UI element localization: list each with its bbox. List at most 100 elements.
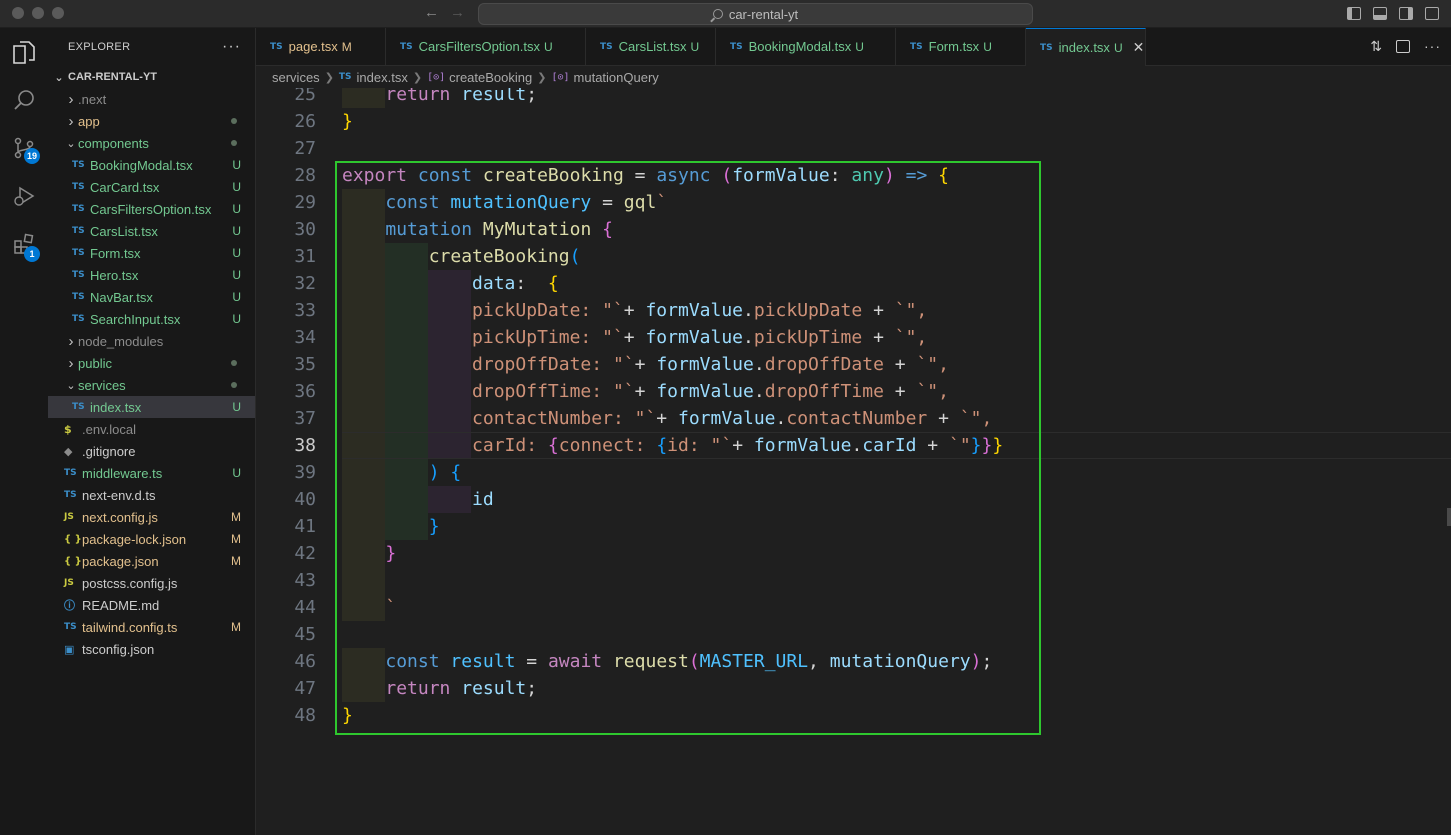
file-item[interactable]: ⓘ README.md (48, 594, 255, 616)
scrollbar-thumb[interactable] (1447, 508, 1451, 526)
env-file-icon: $ (64, 422, 72, 436)
typescript-file-icon: TS (72, 248, 85, 258)
file-item[interactable]: TS tailwind.config.ts M (48, 616, 255, 638)
line-number: 25 (294, 88, 316, 105)
chevron-down-icon: ⌄ (66, 379, 76, 392)
source-control-icon[interactable]: 19 (10, 134, 41, 164)
typescript-file-icon: TS (64, 622, 77, 632)
file-item[interactable]: JS postcss.config.js (48, 572, 255, 594)
close-window-button[interactable] (12, 7, 24, 19)
typescript-file-icon: TS (270, 41, 283, 52)
split-editor-icon[interactable] (1396, 40, 1410, 53)
tab-page-tsx[interactable]: TS page.tsx M (256, 28, 386, 65)
item-label: Form.tsx (90, 245, 141, 261)
tab-label: CarsFiltersOption.tsx (418, 39, 540, 54)
file-item[interactable]: JS next.config.js M (48, 506, 255, 528)
git-status-badge: M (231, 620, 241, 634)
folder-item[interactable]: › public (48, 352, 255, 374)
line-number: 30 (294, 219, 316, 240)
folder-item[interactable]: ⌄ services (48, 374, 255, 396)
code-line[interactable]: 26} (256, 108, 1451, 135)
file-item[interactable]: TS CarCard.tsx U (48, 176, 255, 198)
file-item[interactable]: { } package.json M (48, 550, 255, 572)
chevron-down-icon: ⌄ (66, 137, 76, 150)
item-label: SearchInput.tsx (90, 311, 181, 327)
breadcrumb-file[interactable]: index.tsx (357, 70, 408, 85)
line-number: 44 (294, 597, 316, 618)
file-item[interactable]: $ .env.local (48, 418, 255, 440)
file-item[interactable]: TS NavBar.tsx U (48, 286, 255, 308)
toggle-secondary-sidebar-icon[interactable] (1399, 7, 1413, 20)
run-debug-icon[interactable] (10, 182, 38, 210)
info-file-icon: ⓘ (64, 599, 75, 612)
file-item[interactable]: ▣ tsconfig.json (48, 638, 255, 660)
file-item[interactable]: TS CarsList.tsx U (48, 220, 255, 242)
git-status-badge: U (232, 466, 241, 480)
item-label: postcss.config.js (82, 575, 178, 591)
tab-carslist-tsx[interactable]: TS CarsList.tsx U (586, 28, 716, 65)
file-item[interactable]: TS index.tsx U (48, 396, 255, 418)
item-label: .env.local (82, 421, 136, 437)
item-label: package.json (82, 553, 159, 569)
item-label: NavBar.tsx (90, 289, 153, 305)
typescript-file-icon: TS (72, 204, 85, 214)
folder-item[interactable]: ⌄ components (48, 132, 255, 154)
file-item[interactable]: ◆ .gitignore (48, 440, 255, 462)
line-number: 26 (294, 111, 316, 132)
command-center-search[interactable]: car-rental-yt (478, 3, 1033, 25)
more-actions-icon[interactable]: ··· (222, 38, 241, 56)
variable-symbol-icon: [⊙] (551, 71, 570, 83)
line-number: 33 (294, 300, 316, 321)
code-editor[interactable]: 48} 47 return result; 46 const result = aw… (256, 88, 1451, 835)
tab-index-tsx[interactable]: TS index.tsx U ✕ (1026, 28, 1146, 66)
file-item[interactable]: TS middleware.ts U (48, 462, 255, 484)
file-item[interactable]: TS next-env.d.ts (48, 484, 255, 506)
typescript-file-icon: TS (64, 468, 77, 478)
compare-changes-icon[interactable]: ⇅ (1370, 38, 1382, 55)
item-label: BookingModal.tsx (90, 157, 193, 173)
item-label: public (78, 355, 112, 371)
file-item[interactable]: TS Form.tsx U (48, 242, 255, 264)
breadcrumb-folder[interactable]: services (272, 70, 320, 85)
breadcrumb-function[interactable]: createBooking (449, 70, 532, 85)
minimize-window-button[interactable] (32, 7, 44, 19)
toggle-panel-icon[interactable] (1373, 7, 1387, 20)
customize-layout-icon[interactable] (1425, 7, 1439, 20)
file-item[interactable]: { } package-lock.json M (48, 528, 255, 550)
typescript-file-icon: TS (72, 160, 85, 170)
file-item[interactable]: TS BookingModal.tsx U (48, 154, 255, 176)
back-arrow-icon[interactable]: ← (424, 4, 439, 21)
folder-item[interactable]: › app (48, 110, 255, 132)
tab-status: U (855, 39, 864, 54)
code-line[interactable]: 25 return result; (256, 88, 1451, 108)
line-number: 28 (294, 165, 316, 186)
git-status-badge: U (232, 400, 241, 414)
maximize-window-button[interactable] (52, 7, 64, 19)
code-text: } (342, 108, 353, 135)
item-label: README.md (82, 597, 160, 613)
tab-form-tsx[interactable]: TS Form.tsx U (896, 28, 1026, 65)
git-status-badge: U (232, 202, 241, 216)
code-line[interactable]: 27 (256, 135, 1451, 162)
close-icon[interactable]: ✕ (1133, 39, 1145, 56)
workspace-root[interactable]: ⌄ CAR-RENTAL-YT (48, 66, 255, 88)
line-number: 41 (294, 516, 316, 537)
more-actions-icon[interactable]: ··· (1424, 38, 1441, 55)
tab-bookingmodal-tsx[interactable]: TS BookingModal.tsx U (716, 28, 896, 65)
folder-item[interactable]: › .next (48, 88, 255, 110)
line-number: 47 (294, 678, 316, 699)
explorer-icon[interactable] (10, 38, 38, 66)
file-item[interactable]: TS SearchInput.tsx U (48, 308, 255, 330)
toggle-sidebar-icon[interactable] (1347, 7, 1361, 20)
tab-carsfiltersoption-tsx[interactable]: TS CarsFiltersOption.tsx U (386, 28, 586, 65)
file-item[interactable]: TS Hero.tsx U (48, 264, 255, 286)
item-label: package-lock.json (82, 531, 187, 547)
line-number: 40 (294, 489, 316, 510)
folder-item[interactable]: › node_modules (48, 330, 255, 352)
search-icon[interactable] (10, 86, 38, 114)
file-item[interactable]: TS CarsFiltersOption.tsx U (48, 198, 255, 220)
breadcrumb-variable[interactable]: mutationQuery (574, 70, 659, 85)
forward-arrow-icon[interactable]: → (450, 4, 465, 21)
extensions-icon[interactable]: 1 (10, 230, 40, 262)
